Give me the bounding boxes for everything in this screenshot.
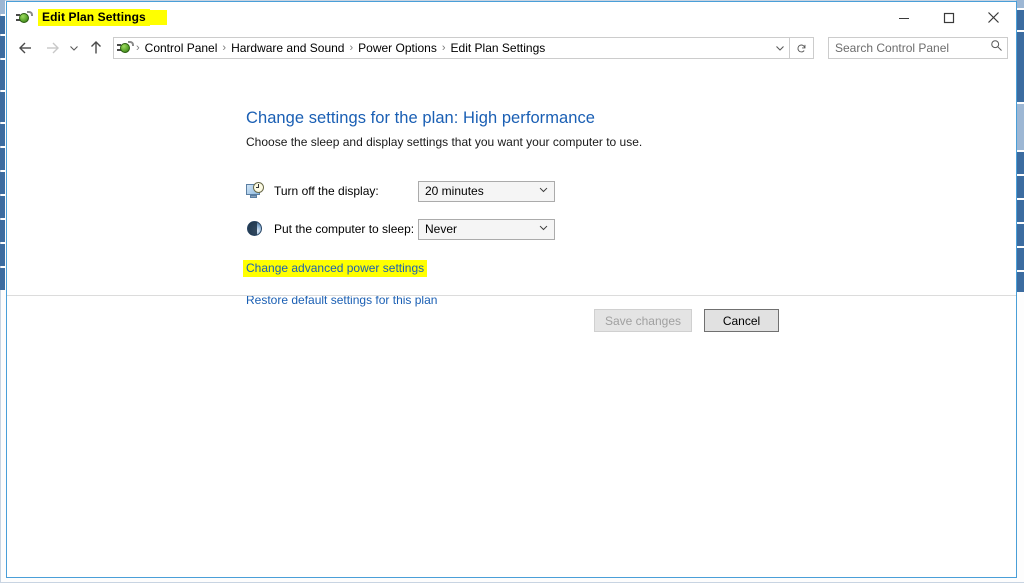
forward-button[interactable] (39, 36, 65, 60)
background-strip (0, 148, 5, 170)
breadcrumb-item-power-options[interactable]: Power Options (354, 41, 441, 55)
moon-sleep-icon (246, 220, 264, 238)
chevron-down-icon (538, 220, 549, 238)
chevron-down-icon[interactable] (771, 38, 789, 58)
search-input[interactable] (835, 41, 990, 55)
breadcrumb-item-edit-plan-settings[interactable]: Edit Plan Settings (447, 41, 550, 55)
breadcrumb-item-hardware-and-sound[interactable]: Hardware and Sound (227, 41, 348, 55)
put-computer-to-sleep-value: Never (425, 222, 458, 236)
background-strip (1016, 272, 1024, 292)
background-strip (0, 16, 5, 34)
background-strip (0, 36, 5, 58)
save-changes-button[interactable]: Save changes (593, 309, 692, 332)
background-strip (1016, 152, 1024, 174)
close-button[interactable] (971, 2, 1016, 33)
power-plug-icon (117, 40, 134, 56)
refresh-button[interactable] (790, 37, 814, 59)
chevron-down-icon (538, 182, 549, 200)
breadcrumb[interactable]: › Control Panel › Hardware and Sound › P… (113, 37, 790, 59)
window-title: Edit Plan Settings (38, 9, 150, 26)
search-icon[interactable] (990, 39, 1003, 57)
background-strip (0, 268, 5, 290)
title-highlight-marker (148, 10, 167, 25)
sleep-select-wrap: Never (418, 218, 555, 240)
background-strip (0, 60, 5, 90)
background-strip (1016, 248, 1024, 270)
footer-buttons: Save changes Cancel (593, 309, 779, 332)
up-button[interactable] (83, 36, 109, 60)
background-strip (1016, 10, 1024, 30)
back-button[interactable] (13, 36, 39, 60)
breadcrumb-item-control-panel[interactable]: Control Panel (141, 41, 222, 55)
title-bar-left: Edit Plan Settings (7, 2, 167, 33)
background-strip (0, 172, 5, 194)
background-strip (1016, 224, 1024, 246)
change-advanced-power-settings-link[interactable]: Change advanced power settings (243, 260, 428, 277)
recent-locations-button[interactable] (65, 36, 83, 60)
content-area: Change settings for the plan: High perfo… (7, 63, 1016, 577)
background-strip (0, 0, 5, 14)
links-block: Change advanced power settings Restore d… (243, 259, 1016, 309)
turn-off-display-select-wrap: 20 minutes (418, 180, 555, 202)
footer-divider (7, 295, 1016, 296)
address-bar: › Control Panel › Hardware and Sound › P… (7, 33, 1016, 63)
background-strip (1016, 176, 1024, 198)
turn-off-display-select[interactable]: 20 minutes (418, 180, 555, 202)
link-row-advanced: Change advanced power settings (243, 259, 1016, 277)
background-strip (0, 196, 5, 218)
background-strip (1016, 104, 1024, 150)
power-plug-icon (16, 10, 33, 26)
turn-off-display-value: 20 minutes (425, 184, 484, 198)
setting-row-turn-off-display: Turn off the display: 20 minutes (246, 179, 1016, 203)
maximize-button[interactable] (926, 2, 971, 33)
background-strip (0, 220, 5, 242)
content-inner: Change settings for the plan: High perfo… (7, 63, 1016, 309)
page-subtitle: Choose the sleep and display settings th… (246, 135, 643, 149)
link-row-restore: Restore default settings for this plan (246, 291, 1016, 309)
minimize-button[interactable] (881, 2, 926, 33)
background-strip (1016, 32, 1024, 102)
caption-buttons (881, 2, 1016, 33)
page-title: Change settings for the plan: High perfo… (246, 109, 596, 127)
settings-list: Turn off the display: 20 minutes Put the… (246, 179, 1016, 241)
cancel-button[interactable]: Cancel (704, 309, 779, 332)
background-strip (0, 92, 5, 122)
setting-label-put-computer-to-sleep: Put the computer to sleep: (274, 222, 415, 236)
search-box[interactable] (828, 37, 1008, 59)
monitor-clock-icon (246, 182, 264, 200)
title-bar: Edit Plan Settings (7, 2, 1016, 33)
put-computer-to-sleep-select[interactable]: Never (418, 218, 555, 240)
background-strip (0, 124, 5, 146)
setting-label-turn-off-display: Turn off the display: (274, 184, 379, 198)
background-strip (1016, 0, 1024, 8)
background-strip (1016, 200, 1024, 222)
setting-row-put-computer-to-sleep: Put the computer to sleep: Never (246, 217, 1016, 241)
background-strip (0, 244, 5, 266)
edit-plan-settings-window: Edit Plan Settings › Control Panel › Har… (6, 1, 1017, 578)
